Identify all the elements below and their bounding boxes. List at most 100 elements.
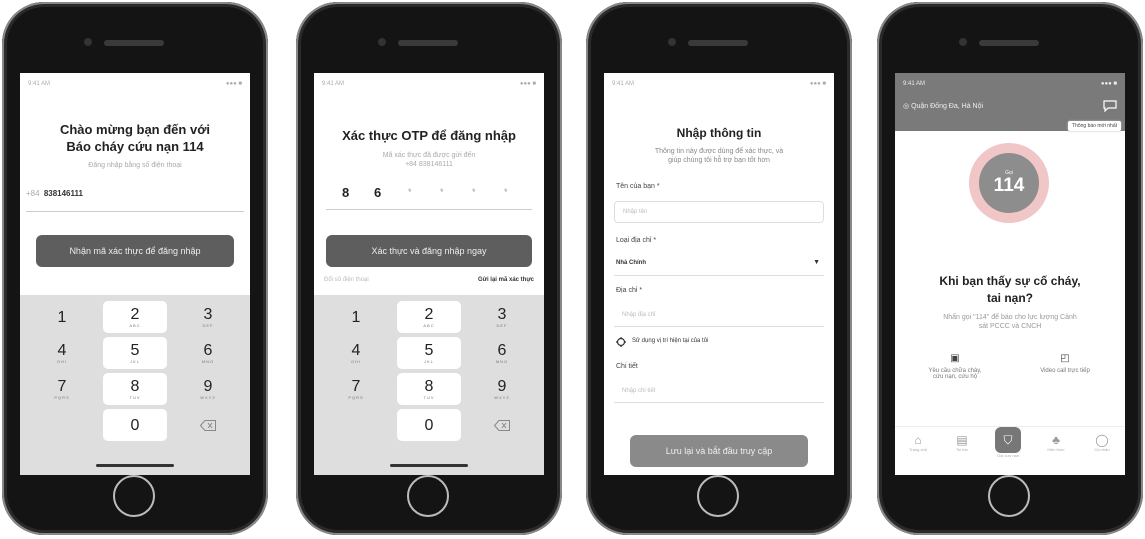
location-selector[interactable]: ◎ Quận Đống Đa, Hà Nội — [903, 102, 983, 110]
nav-profile[interactable]: ◯ Cá nhân — [1081, 433, 1123, 452]
key-8[interactable]: 8 TUV — [397, 373, 461, 405]
otp-screen: 9:41 AM ●●● ■ Xác thực OTP để đăng nhập … — [314, 73, 544, 475]
name-label: Tên của bạn * — [616, 183, 660, 190]
key-0[interactable]: 0 — [103, 409, 167, 441]
location-target-icon — [616, 337, 626, 347]
nav-knowledge[interactable]: ♣ Kiến thức — [1035, 433, 1077, 452]
phone-frame-login: 9:41 AM ●●● ■ Chào mừng bạn đến với Báo … — [2, 2, 268, 535]
emergency-desc-line1: Nhấn gọi "114" để báo cho lực lượng Cảnh — [943, 314, 1077, 321]
phone-input[interactable]: +84 838146111 — [26, 189, 244, 212]
otp-digit: * — [408, 187, 412, 197]
save-and-start-button[interactable]: Lưu lại và bắt đầu truy cập — [630, 435, 808, 467]
key-5[interactable]: 5 JKL — [397, 337, 461, 369]
key-5[interactable]: 5 JKL — [103, 337, 167, 369]
notification-tooltip: Thông báo mới nhất — [1068, 121, 1121, 131]
otp-phone-number: +84 838146111 — [405, 161, 453, 168]
emergency-heading-line2: tai nạn? — [986, 291, 1033, 305]
key-1[interactable]: 1 — [30, 301, 94, 333]
address-type-value: Nhà Chính — [616, 260, 646, 266]
info-subtitle-line2: giúp chúng tôi hỗ trợ bạn tốt hơn — [668, 157, 770, 164]
detail-input[interactable]: Nhập chi tiết — [614, 381, 824, 403]
key-3[interactable]: 3 DEF — [176, 301, 240, 333]
key-4[interactable]: 4 GHI — [324, 337, 388, 369]
nav-profile-label: Cá nhân — [1094, 447, 1110, 452]
home-indicator — [96, 464, 174, 467]
otp-input[interactable]: 8 6 * * * * — [326, 181, 532, 210]
otp-digit: * — [472, 187, 476, 197]
home-icon: ⌂ — [914, 433, 922, 447]
otp-subtitle-line1: Mã xác thực đã được gửi đến — [382, 152, 476, 159]
phone-frame-otp: 9:41 AM ●●● ■ Xác thực OTP để đăng nhập … — [296, 2, 562, 535]
video-call-icon: ◰ — [1060, 353, 1070, 364]
nav-knowledge-label: Kiến thức — [1047, 447, 1065, 452]
knowledge-icon: ♣ — [1052, 433, 1060, 447]
otp-digit: * — [440, 187, 444, 197]
nav-news[interactable]: ▤ Tin tức — [941, 433, 983, 452]
name-input[interactable]: Nhập tên — [614, 201, 824, 223]
otp-title: Xác thực OTP để đăng nhập — [342, 128, 516, 143]
backspace-key[interactable] — [470, 409, 534, 441]
get-otp-button[interactable]: Nhận mã xác thực để đăng nhập — [36, 235, 234, 267]
backspace-icon — [200, 419, 216, 431]
home-button[interactable] — [407, 475, 449, 517]
numeric-keypad: 1 2 ABC 3 DEF 4 GHI 5 JKL 6 MNO 7 PQRS 8 TUV 9W… — [314, 295, 544, 475]
welcome-title-line1: Chào mừng bạn đến với — [59, 122, 211, 137]
phone-frame-info: 9:41 AM ●●● ■ Nhập thông tin Thông tin n… — [586, 2, 852, 535]
key-6[interactable]: 6 MNO — [176, 337, 240, 369]
status-time: 9:41 AM — [28, 81, 51, 87]
key-2[interactable]: 2 ABC — [103, 301, 167, 333]
key-1[interactable]: 1 — [324, 301, 388, 333]
otp-digit: 8 — [342, 185, 350, 200]
nav-home[interactable]: ⌂ Trang chủ — [897, 433, 939, 452]
address-label: Địa chỉ * — [616, 287, 643, 294]
key-3[interactable]: 3 DEF — [470, 301, 534, 333]
info-title: Nhập thông tin — [676, 126, 762, 140]
backspace-key[interactable] — [176, 409, 240, 441]
front-camera — [84, 38, 92, 46]
verify-login-button[interactable]: Xác thực và đăng nhập ngay — [326, 235, 532, 267]
location-label: Quận Đống Đa, Hà Nội — [911, 103, 984, 110]
key-2[interactable]: 2 ABC — [397, 301, 461, 333]
home-button[interactable] — [988, 475, 1030, 517]
home-button[interactable] — [697, 475, 739, 517]
numeric-keypad: 1 2 ABC 3 DEF 4 GHI 5 JKL 6 MNO 7 PQRS 8 TUV 9W… — [20, 295, 250, 475]
key-6[interactable]: 6 MNO — [470, 337, 534, 369]
home-button[interactable] — [113, 475, 155, 517]
address-type-label: Loại địa chỉ * — [616, 237, 657, 244]
earpiece-speaker — [688, 40, 748, 46]
front-camera — [959, 38, 967, 46]
info-screen: 9:41 AM ●●● ■ Nhập thông tin Thông tin n… — [604, 73, 834, 475]
key-9[interactable]: 9 WXYZ — [470, 373, 534, 405]
emergency-heading-line1: Khi bạn thấy sự cố cháy, — [939, 274, 1081, 288]
key-9[interactable]: 9 WXYZ — [176, 373, 240, 405]
status-icons: ●●● ■ — [225, 81, 242, 87]
use-location-label: Sử dụng vị trí hiện tại của tôi — [632, 338, 709, 344]
change-number-link[interactable]: Đổi số điện thoại — [324, 277, 369, 283]
home-screen: 9:41 AM ●●● ■ ◎ Quận Đống Đa, Hà Nội Thô… — [895, 73, 1125, 475]
key-0[interactable]: 0 — [397, 409, 461, 441]
news-icon: ▤ — [956, 433, 968, 447]
resend-otp-link[interactable]: Gửi lại mã xác thực — [478, 277, 534, 283]
call-number: 114 — [993, 175, 1025, 196]
video-call-label: Video call trực tiếp — [1040, 368, 1090, 374]
key-8[interactable]: 8 TUV — [103, 373, 167, 405]
key-4[interactable]: 4 GHI — [30, 337, 94, 369]
call-114-button[interactable]: Gọi 114 — [979, 153, 1039, 213]
address-type-select[interactable]: Nhà Chính ▼ — [614, 253, 824, 276]
nav-home-label: Trang chủ — [909, 447, 927, 452]
rescue-request-action[interactable]: ▣ Yêu cầu chữa cháy, cứu nạn, cứu hộ — [915, 353, 995, 380]
notification-button[interactable] — [1103, 99, 1117, 117]
address-input[interactable]: Nhập địa chỉ — [614, 305, 824, 327]
front-camera — [378, 38, 386, 46]
nav-news-label: Tin tức — [955, 447, 969, 452]
key-7[interactable]: 7 PQRS — [30, 373, 94, 405]
home-indicator — [390, 464, 468, 467]
notification-icon — [1103, 100, 1117, 113]
video-call-action[interactable]: ◰ Video call trực tiếp — [1020, 353, 1110, 374]
status-bar: 9:41 AM ●●● ■ — [28, 81, 242, 91]
welcome-title-line2: Báo cháy cứu nạn 114 — [66, 139, 204, 154]
earpiece-speaker — [104, 40, 164, 46]
key-7[interactable]: 7 PQRS — [324, 373, 388, 405]
emergency-desc-line2: sát PCCC và CNCH — [978, 323, 1042, 330]
nav-call-rescue[interactable]: ⛉ Gọi cứu nạn — [987, 427, 1029, 458]
